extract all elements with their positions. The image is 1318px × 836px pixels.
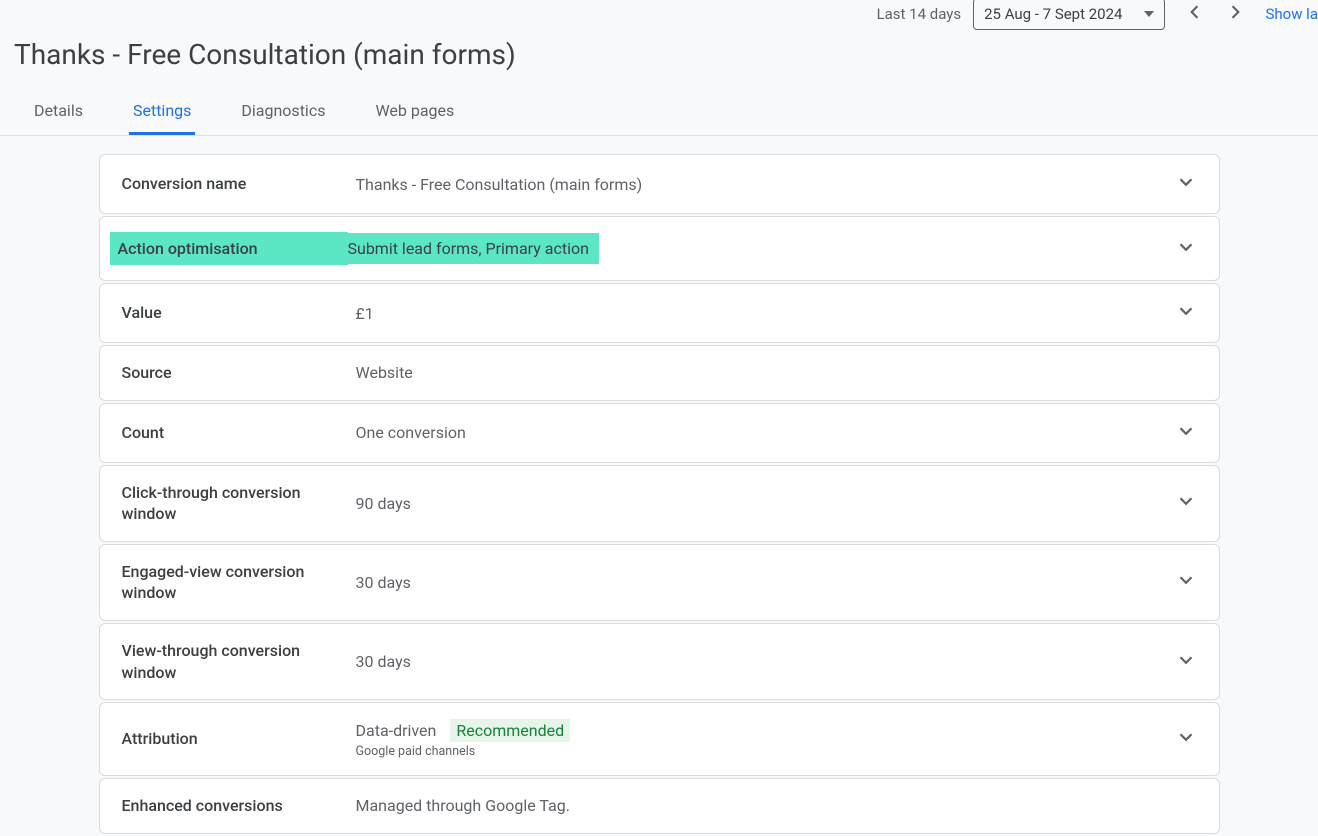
setting-value: Submit lead forms, Primary action <box>338 233 599 264</box>
date-range-picker[interactable]: 25 Aug - 7 Sept 2024 <box>973 0 1165 30</box>
date-range-value: 25 Aug - 7 Sept 2024 <box>984 5 1122 23</box>
setting-value: Website <box>356 363 1197 382</box>
chevron-down-icon <box>1175 726 1197 752</box>
settings-list: Conversion name Thanks - Free Consultati… <box>89 154 1230 834</box>
setting-label: View-through conversion window <box>122 640 356 683</box>
setting-attribution[interactable]: Attribution Data-driven Recommended Goog… <box>99 702 1220 776</box>
next-period-button[interactable] <box>1225 2 1245 27</box>
setting-action-optimisation[interactable]: Action optimisation Submit lead forms, P… <box>99 216 1220 281</box>
setting-value: Thanks - Free Consultation (main forms) <box>356 175 1175 194</box>
tabs: Details Settings Diagnostics Web pages <box>0 93 1318 136</box>
date-range-preset-label: Last 14 days <box>877 5 962 23</box>
chevron-down-icon <box>1175 236 1197 262</box>
setting-label: Source <box>122 362 356 384</box>
setting-enhanced-conversions[interactable]: Enhanced conversions Managed through Goo… <box>99 778 1220 834</box>
setting-value-wrap: Submit lead forms, Primary action <box>348 233 1175 264</box>
setting-label: Value <box>122 302 356 324</box>
setting-label: Click-through conversion window <box>122 482 356 525</box>
setting-value: Managed through Google Tag. <box>356 796 1197 815</box>
tab-settings[interactable]: Settings <box>129 93 195 135</box>
setting-click-through-window[interactable]: Click-through conversion window 90 days <box>99 465 1220 542</box>
setting-source[interactable]: Source Website <box>99 345 1220 401</box>
tab-diagnostics[interactable]: Diagnostics <box>237 93 329 135</box>
recommended-badge: Recommended <box>450 719 570 742</box>
chevron-down-icon <box>1175 649 1197 675</box>
setting-value: Data-driven <box>356 721 437 740</box>
setting-label: Action optimisation <box>110 232 348 266</box>
prev-period-button[interactable] <box>1185 2 1205 27</box>
setting-value: 90 days <box>356 494 1175 513</box>
setting-value: One conversion <box>356 423 1175 442</box>
setting-subvalue: Google paid channels <box>356 744 1175 759</box>
setting-view-through-window[interactable]: View-through conversion window 30 days <box>99 623 1220 700</box>
chevron-down-icon <box>1175 569 1197 595</box>
setting-value-row[interactable]: Value £1 <box>99 283 1220 343</box>
chevron-down-icon <box>1175 300 1197 326</box>
setting-value-wrap: Data-driven Recommended Google paid chan… <box>356 719 1175 759</box>
setting-label: Conversion name <box>122 173 356 195</box>
setting-count[interactable]: Count One conversion <box>99 403 1220 463</box>
setting-value: 30 days <box>356 652 1175 671</box>
setting-label: Engaged-view conversion window <box>122 561 356 604</box>
tab-details[interactable]: Details <box>30 93 87 135</box>
chevron-down-icon <box>1175 171 1197 197</box>
setting-conversion-name[interactable]: Conversion name Thanks - Free Consultati… <box>99 154 1220 214</box>
setting-value: £1 <box>356 304 1175 323</box>
setting-label: Enhanced conversions <box>122 795 356 817</box>
show-last-link[interactable]: Show la <box>1265 5 1318 23</box>
chevron-down-icon <box>1175 420 1197 446</box>
page-title: Thanks - Free Consultation (main forms) <box>0 32 1318 93</box>
setting-engaged-view-window[interactable]: Engaged-view conversion window 30 days <box>99 544 1220 621</box>
tab-web-pages[interactable]: Web pages <box>371 93 458 135</box>
setting-value: 30 days <box>356 573 1175 592</box>
setting-label: Count <box>122 422 356 444</box>
setting-label: Attribution <box>122 728 356 750</box>
dropdown-caret-icon <box>1144 11 1154 17</box>
chevron-down-icon <box>1175 490 1197 516</box>
